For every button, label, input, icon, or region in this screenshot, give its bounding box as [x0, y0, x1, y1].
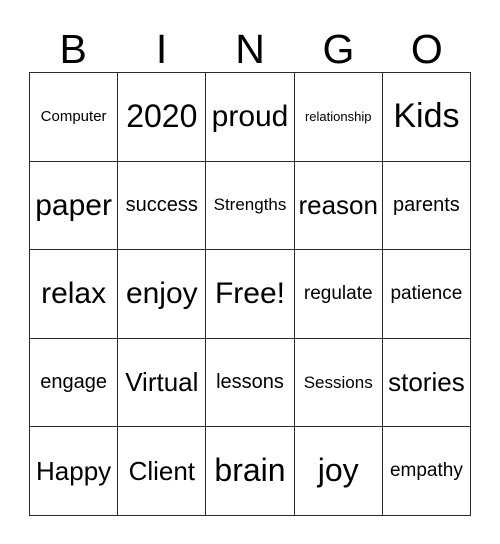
bingo-cell-label: stories [388, 366, 465, 397]
bingo-cell-o4[interactable]: stories [382, 338, 472, 428]
bingo-cell-label: paper [35, 188, 112, 222]
bingo-cell-i3[interactable]: enjoy [118, 250, 207, 339]
bingo-cell-b5[interactable]: Happy [30, 427, 119, 516]
bingo-cell-label: Happy [36, 455, 112, 486]
bingo-cell-label: Client [128, 455, 196, 486]
bingo-header-cell-b: B [29, 13, 117, 72]
bingo-cell-i1[interactable]: 2020 [118, 73, 207, 162]
bingo-cell-label: relationship [304, 108, 372, 124]
bingo-cell-n1[interactable]: proud [206, 73, 295, 162]
bingo-header-cell-n: N [206, 13, 294, 72]
bingo-cell-free-space[interactable]: Free! [206, 250, 295, 339]
bingo-card: B I N G O Computer 2020 proud relationsh… [29, 13, 472, 516]
bingo-cell-g1[interactable]: relationship [294, 73, 383, 162]
bingo-cell-o2[interactable]: parents [382, 161, 472, 251]
bingo-cell-label: Kids [393, 96, 460, 135]
bingo-grid: Computer 2020 proud relationship Kids pa… [29, 72, 472, 516]
bingo-cell-o5[interactable]: empathy [382, 427, 472, 516]
bingo-cell-g2[interactable]: reason [294, 161, 383, 251]
bingo-cell-label: regulate [303, 283, 373, 305]
bingo-row: paper success Strengths reason parents [30, 161, 472, 251]
bingo-cell-b2[interactable]: paper [30, 161, 119, 251]
bingo-cell-label: enjoy [125, 277, 198, 311]
bingo-header-letter: I [155, 26, 168, 72]
bingo-cell-label: engage [40, 371, 107, 394]
bingo-cell-label: lessons [216, 371, 284, 394]
bingo-cell-label: proud [211, 100, 289, 134]
bingo-cell-label: brain [214, 452, 286, 489]
bingo-cell-label: 2020 [126, 98, 198, 134]
bingo-cell-b1[interactable]: Computer [30, 73, 119, 162]
bingo-cell-i4[interactable]: Virtual [118, 338, 207, 428]
bingo-cell-n4[interactable]: lessons [206, 338, 295, 428]
bingo-cell-label: relax [41, 277, 107, 311]
bingo-cell-label: joy [317, 452, 359, 489]
bingo-cell-label: Virtual [125, 366, 199, 397]
bingo-cell-label: parents [393, 193, 460, 216]
bingo-cell-g3[interactable]: regulate [294, 250, 383, 339]
bingo-cell-b4[interactable]: engage [30, 338, 119, 428]
bingo-header-cell-i: I [117, 13, 205, 72]
bingo-cell-i2[interactable]: success [118, 161, 207, 251]
bingo-cell-g4[interactable]: Sessions [294, 338, 383, 428]
bingo-cell-label: Strengths [213, 195, 287, 215]
bingo-cell-n5[interactable]: brain [206, 427, 295, 516]
bingo-header: B I N G O [29, 13, 471, 72]
bingo-cell-label: success [125, 193, 198, 216]
bingo-row: engage Virtual lessons Sessions stories [30, 338, 472, 428]
bingo-cell-label: reason [298, 189, 378, 220]
bingo-row: relax enjoy Free! regulate patience [30, 250, 472, 339]
bingo-row: Happy Client brain joy empathy [30, 427, 472, 516]
bingo-cell-label: Free! [214, 277, 286, 311]
bingo-cell-o3[interactable]: patience [382, 250, 472, 339]
bingo-header-letter: B [59, 26, 87, 72]
bingo-header-letter: N [235, 26, 265, 72]
bingo-row: Computer 2020 proud relationship Kids [30, 73, 472, 162]
bingo-cell-label: Sessions [303, 372, 373, 392]
bingo-cell-n2[interactable]: Strengths [206, 161, 295, 251]
bingo-header-letter: G [322, 26, 355, 72]
bingo-cell-g5[interactable]: joy [294, 427, 383, 516]
bingo-header-letter: O [410, 26, 443, 72]
bingo-cell-o1[interactable]: Kids [382, 73, 472, 162]
bingo-cell-label: patience [390, 283, 463, 305]
bingo-cell-label: empathy [389, 460, 463, 482]
bingo-cell-b3[interactable]: relax [30, 250, 119, 339]
bingo-cell-i5[interactable]: Client [118, 427, 207, 516]
bingo-header-cell-g: G [294, 13, 382, 72]
bingo-header-cell-o: O [383, 13, 471, 72]
bingo-cell-label: Computer [40, 107, 107, 125]
